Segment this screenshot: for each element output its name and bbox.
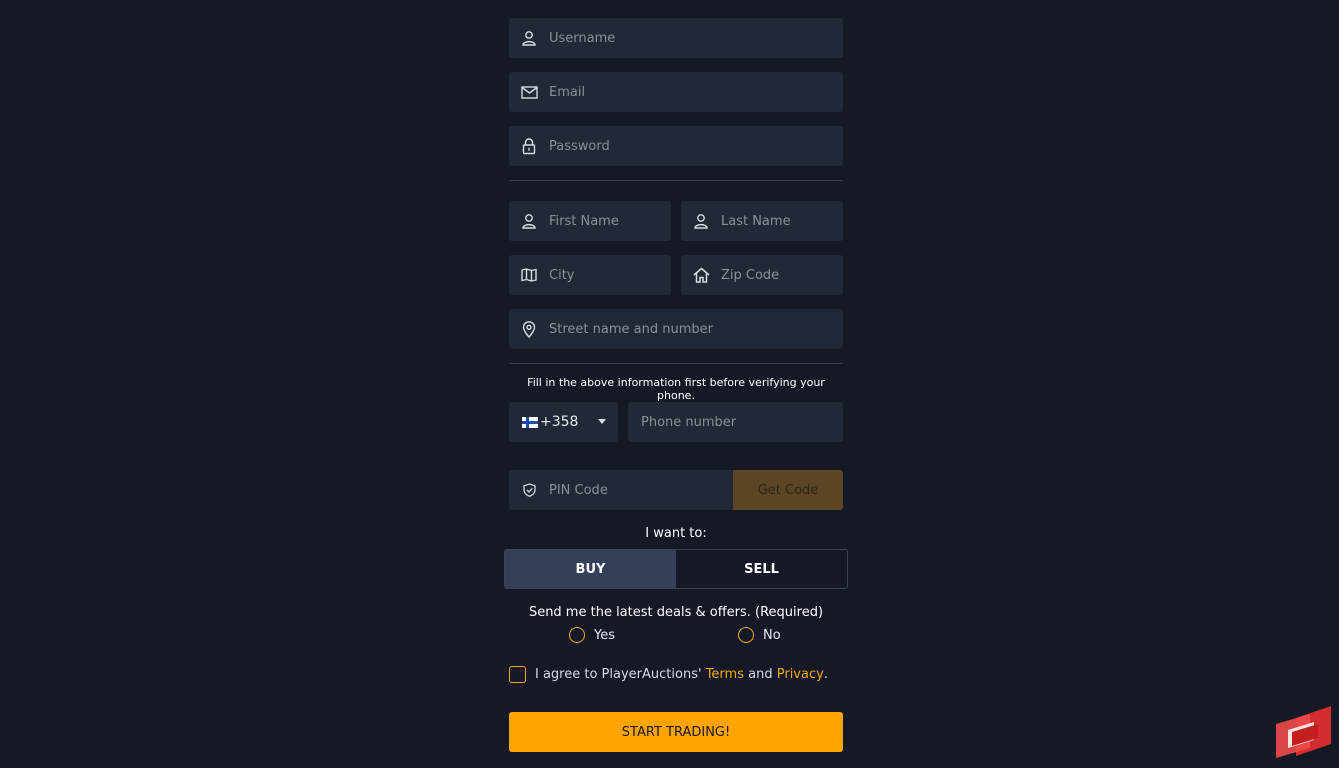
finland-flag-icon	[522, 413, 538, 432]
phone-field[interactable]	[628, 402, 843, 442]
location-pin-icon	[509, 309, 549, 349]
phone-verification-note: Fill in the above information first befo…	[527, 376, 825, 402]
zip-input[interactable]	[721, 255, 843, 295]
country-code-select[interactable]: +358	[509, 402, 618, 442]
shield-check-icon	[509, 470, 549, 510]
section-divider	[509, 180, 843, 181]
city-field[interactable]	[509, 255, 671, 295]
username-field[interactable]	[509, 18, 843, 58]
agree-row: I agree to PlayerAuctions' Terms and Pri…	[509, 666, 828, 683]
agree-checkbox[interactable]	[509, 666, 526, 683]
buy-button[interactable]: BUY	[505, 550, 676, 588]
pin-input[interactable]	[549, 470, 733, 510]
intent-toggle: BUY SELL	[504, 549, 848, 589]
street-field[interactable]	[509, 309, 843, 349]
pin-field[interactable]	[509, 470, 733, 510]
home-icon	[681, 255, 721, 295]
deals-no-radio[interactable]: No	[738, 627, 781, 643]
mail-icon	[509, 72, 549, 112]
user-icon	[681, 201, 721, 241]
password-input[interactable]	[549, 126, 843, 166]
map-icon	[509, 255, 549, 295]
caret-down-icon	[598, 419, 606, 424]
password-field[interactable]	[509, 126, 843, 166]
section-divider	[509, 363, 843, 364]
city-input[interactable]	[549, 255, 671, 295]
corner-logo	[1274, 704, 1334, 760]
lock-icon	[509, 126, 549, 166]
username-input[interactable]	[549, 18, 843, 58]
period-text: .	[823, 667, 828, 682]
first-name-input[interactable]	[549, 201, 671, 241]
street-input[interactable]	[549, 309, 843, 349]
terms-link[interactable]: Terms	[706, 667, 744, 682]
yes-label: Yes	[594, 627, 615, 643]
radio-circle[interactable]	[738, 627, 754, 643]
user-icon	[509, 18, 549, 58]
no-label: No	[763, 627, 781, 643]
deals-yes-radio[interactable]: Yes	[569, 627, 615, 643]
last-name-field[interactable]	[681, 201, 843, 241]
and-text: and	[748, 667, 773, 682]
agree-prefix: I agree to PlayerAuctions'	[535, 667, 702, 682]
sell-button[interactable]: SELL	[676, 550, 847, 588]
privacy-link[interactable]: Privacy	[777, 667, 824, 682]
start-trading-button[interactable]: START TRADING!	[509, 712, 843, 752]
country-code-value: +358	[540, 414, 579, 430]
radio-circle[interactable]	[569, 627, 585, 643]
last-name-input[interactable]	[721, 201, 843, 241]
phone-input[interactable]	[641, 402, 843, 442]
get-code-button[interactable]: Get Code	[733, 470, 843, 510]
first-name-field[interactable]	[509, 201, 671, 241]
user-icon	[509, 201, 549, 241]
deals-question: Send me the latest deals & offers. (Requ…	[528, 605, 824, 620]
email-field[interactable]	[509, 72, 843, 112]
email-input[interactable]	[549, 72, 843, 112]
intent-label: I want to:	[645, 526, 707, 541]
zip-field[interactable]	[681, 255, 843, 295]
